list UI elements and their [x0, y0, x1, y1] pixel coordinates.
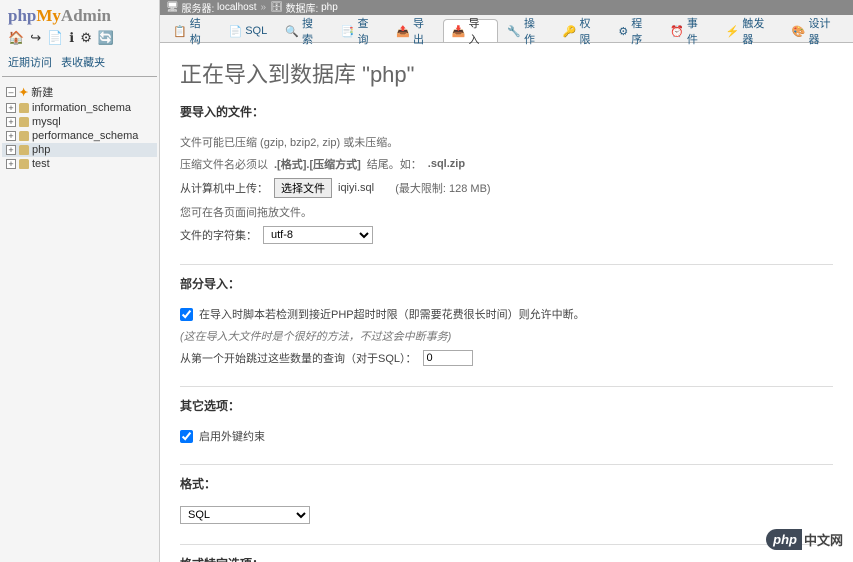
- section-file: 要导入的文件： 文件可能已压缩 (gzip, bzip2, zip) 或未压缩。…: [180, 103, 833, 265]
- expand-icon[interactable]: +: [6, 103, 16, 113]
- exit-icon[interactable]: ↪: [30, 30, 41, 46]
- logo[interactable]: phpMyAdmin: [2, 4, 157, 28]
- tab-设计器[interactable]: 🎨设计器: [783, 19, 849, 42]
- watermark: php 中文网: [766, 529, 843, 550]
- tab-权限[interactable]: 🔑权限: [554, 19, 610, 42]
- database-icon: [19, 131, 29, 141]
- tab-操作[interactable]: 🔧操作: [498, 19, 554, 42]
- tree-db-php[interactable]: +php: [2, 143, 157, 157]
- tab-事件[interactable]: ⏰事件: [661, 19, 717, 42]
- main-panel: 🖥 服务器: localhost » 🗄 数据库: php 📋结构📄SQL🔍搜索…: [160, 0, 853, 562]
- tab-bar: 📋结构📄SQL🔍搜索📑查询📤导出📥导入🔧操作🔑权限⚙程序⏰事件⚡触发器🎨设计器: [160, 15, 853, 43]
- expand-icon[interactable]: +: [6, 117, 16, 127]
- skip-queries-input[interactable]: [423, 350, 473, 366]
- database-icon: [19, 145, 29, 155]
- tab-icon: 🎨: [792, 25, 806, 38]
- charset-select[interactable]: utf-8: [263, 226, 373, 244]
- sidebar-tabs: 近期访问 表收藏夹: [2, 50, 157, 74]
- tab-icon: ⚙: [618, 25, 628, 38]
- help-icon[interactable]: ℹ: [69, 30, 74, 46]
- tab-icon: 📥: [452, 25, 466, 38]
- collapse-icon[interactable]: –: [6, 87, 16, 97]
- database-icon: [19, 103, 29, 113]
- refresh-icon[interactable]: 🔄: [98, 30, 114, 46]
- db-icon: 🗄: [270, 2, 283, 13]
- breadcrumb-bar: 🖥 服务器: localhost » 🗄 数据库: php: [160, 0, 853, 15]
- fk-checkbox[interactable]: [180, 430, 193, 443]
- format-select[interactable]: SQL: [180, 506, 310, 524]
- database-icon: [19, 159, 29, 169]
- home-icon[interactable]: 🏠: [8, 30, 24, 46]
- tab-导出[interactable]: 📤导出: [387, 19, 443, 42]
- new-icon: ✦: [19, 86, 28, 99]
- section-format: 格式： SQL: [180, 475, 833, 545]
- tab-icon: 🔍: [285, 25, 299, 38]
- toolbar-icons: 🏠 ↪ 📄 ℹ ⚙ 🔄: [2, 28, 157, 50]
- tab-触发器[interactable]: ⚡触发器: [717, 19, 783, 42]
- tree-db-performance_schema[interactable]: +performance_schema: [2, 129, 157, 143]
- tree-new[interactable]: – ✦ 新建: [2, 83, 157, 101]
- tree-db-mysql[interactable]: +mysql: [2, 115, 157, 129]
- tab-icon: 📑: [341, 25, 355, 38]
- server-icon: 🖥: [166, 2, 179, 13]
- favorites-link[interactable]: 表收藏夹: [61, 57, 105, 69]
- tab-查询[interactable]: 📑查询: [332, 19, 388, 42]
- tab-icon: 🔧: [507, 25, 521, 38]
- tab-icon: ⏰: [670, 25, 684, 38]
- db-link[interactable]: php: [321, 2, 338, 13]
- tab-SQL[interactable]: 📄SQL: [220, 19, 277, 42]
- tab-程序[interactable]: ⚙程序: [609, 19, 661, 42]
- page-title: 正在导入到数据库 "php": [180, 57, 833, 89]
- settings-icon[interactable]: ⚙: [80, 30, 92, 46]
- tab-搜索[interactable]: 🔍搜索: [276, 19, 332, 42]
- tab-icon: ⚡: [726, 25, 740, 38]
- tab-icon: 🔑: [563, 25, 577, 38]
- expand-icon[interactable]: +: [6, 159, 16, 169]
- tree-db-test[interactable]: +test: [2, 157, 157, 171]
- allow-interrupt-checkbox[interactable]: [180, 308, 193, 321]
- tab-icon: 📄: [229, 25, 243, 38]
- selected-filename: iqiyi.sql: [338, 182, 374, 194]
- sidebar: phpMyAdmin 🏠 ↪ 📄 ℹ ⚙ 🔄 近期访问 表收藏夹 – ✦ 新建 …: [0, 0, 160, 562]
- sql-icon[interactable]: 📄: [47, 30, 63, 46]
- database-icon: [19, 117, 29, 127]
- tab-导入[interactable]: 📥导入: [443, 19, 499, 42]
- recent-link[interactable]: 近期访问: [8, 57, 52, 69]
- section-partial: 部分导入： 在导入时脚本若检测到接近PHP超时时限（即需要花费很长时间）则允许中…: [180, 275, 833, 387]
- tree-db-information_schema[interactable]: +information_schema: [2, 101, 157, 115]
- server-link[interactable]: localhost: [217, 2, 256, 13]
- db-tree: – ✦ 新建 +information_schema+mysql+perform…: [2, 81, 157, 173]
- tab-icon: 📋: [173, 25, 187, 38]
- expand-icon[interactable]: +: [6, 145, 16, 155]
- tab-结构[interactable]: 📋结构: [164, 19, 220, 42]
- choose-file-button[interactable]: 选择文件: [274, 178, 332, 198]
- expand-icon[interactable]: +: [6, 131, 16, 141]
- content-area: 正在导入到数据库 "php" 要导入的文件： 文件可能已压缩 (gzip, bz…: [160, 43, 853, 562]
- tab-icon: 📤: [396, 25, 410, 38]
- section-specific: 格式特定选项： SQL 兼容模式： NONE 不要给零值使用自增 (AUTO_I…: [180, 555, 833, 562]
- section-other: 其它选项： 启用外键约束: [180, 397, 833, 465]
